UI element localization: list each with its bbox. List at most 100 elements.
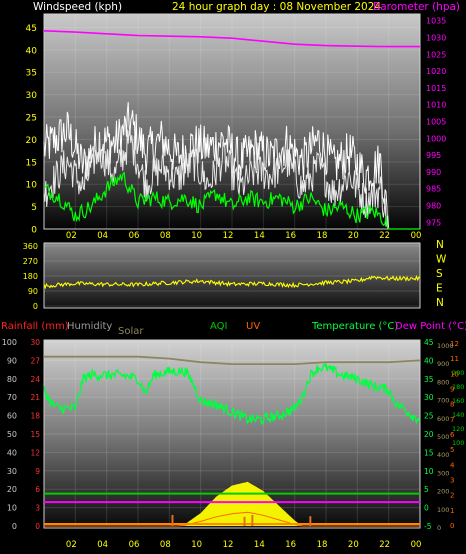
humidity-tick-label: 60 bbox=[7, 412, 17, 421]
barometer-tick-label: 1020 bbox=[426, 67, 446, 76]
time-tick-label: 00 bbox=[411, 540, 422, 550]
multi-sensor-x-ticks: 02 04 06 08 10 12 14 16 18 20 22 00 bbox=[66, 540, 421, 550]
legend-aqi: AQI bbox=[210, 321, 228, 332]
rain-tick-label: 12 bbox=[30, 448, 40, 457]
uv-tick-label: 0 bbox=[450, 522, 454, 530]
temperature-tick-label: 25 bbox=[424, 412, 434, 421]
barometer-tick-label: 990 bbox=[426, 168, 441, 177]
windspeed-tick-label: 10 bbox=[26, 181, 38, 191]
solar-tick-label: 1000 bbox=[437, 342, 454, 350]
solar-tick-label: 900 bbox=[437, 360, 449, 368]
uv-tick-label: 1 bbox=[450, 507, 454, 515]
time-tick-label: 08 bbox=[160, 540, 171, 550]
windspeed-axis-label: Windspeed (kph) bbox=[33, 1, 122, 13]
barometer-tick-label: 1010 bbox=[426, 101, 446, 110]
windspeed-tick-label: 25 bbox=[26, 114, 37, 124]
time-tick-label: 14 bbox=[254, 231, 265, 241]
compass-label: N bbox=[436, 239, 444, 251]
rainfall-bar bbox=[171, 514, 174, 526]
weather-24h-graph: Windspeed (kph) 24 hour graph day : 08 N… bbox=[1, 1, 466, 550]
humidity-tick-label: 30 bbox=[7, 467, 17, 476]
humidity-tick-label: 0 bbox=[12, 522, 17, 531]
temperature-tick-label: 20 bbox=[424, 430, 434, 439]
barometer-tick-label: 1000 bbox=[426, 134, 446, 143]
barometer-tick-label: 1025 bbox=[426, 50, 446, 59]
temperature-tick-label: 10 bbox=[424, 467, 434, 476]
barometer-tick-label: 985 bbox=[426, 185, 441, 194]
rain-tick-label: 24 bbox=[30, 375, 40, 384]
windspeed-tick-label: 35 bbox=[26, 69, 37, 79]
windspeed-tick-label: 0 bbox=[31, 226, 37, 236]
solar-tick-label: 600 bbox=[437, 415, 449, 423]
time-tick-label: 22 bbox=[379, 231, 390, 241]
uv-tick-label: 4 bbox=[450, 461, 455, 469]
graph-title: 24 hour graph day : 08 November 2024 bbox=[172, 1, 381, 13]
uv-tick-label: 5 bbox=[450, 446, 454, 454]
windspeed-tick-label: 20 bbox=[26, 136, 38, 146]
rain-tick-label: 6 bbox=[35, 485, 40, 494]
time-tick-label: 04 bbox=[97, 540, 108, 550]
temperature-tick-label: 15 bbox=[424, 448, 434, 457]
humidity-tick-label: 10 bbox=[7, 504, 17, 513]
direction-tick-label: 0 bbox=[33, 302, 38, 311]
direction-tick-label: 270 bbox=[23, 257, 38, 266]
legend-dewpoint: Dew Point (°C) bbox=[395, 321, 466, 332]
uv-tick-label: 2 bbox=[450, 492, 454, 500]
solar-tick-label: 100 bbox=[437, 506, 449, 514]
solar-tick-label: 400 bbox=[437, 451, 449, 459]
humidity-tick-label: 100 bbox=[2, 338, 17, 347]
time-tick-label: 06 bbox=[129, 231, 140, 241]
windspeed-ticks: 0 5 10 15 20 25 30 35 40 45 bbox=[26, 24, 38, 236]
rainfall-bar bbox=[243, 516, 246, 526]
legend-solar: Solar bbox=[118, 326, 144, 337]
aqi-tick-label: 160 bbox=[452, 397, 464, 405]
barometer-tick-label: 1005 bbox=[426, 118, 446, 127]
direction-tick-label: 180 bbox=[23, 272, 38, 281]
time-tick-label: 20 bbox=[348, 231, 359, 241]
temperature-tick-label: 40 bbox=[424, 356, 434, 365]
temp-uv-solar-aqi-ticks: -5051015202530354045 12111098765432101000… bbox=[424, 338, 464, 532]
rainfall-bar bbox=[251, 514, 254, 526]
time-tick-label: 02 bbox=[66, 231, 77, 241]
barometer-ticks: 975 980 985 990 995 1000 1005 1010 1015 1020 1025 1… bbox=[426, 17, 446, 228]
humidity-rain-ticks: 0 0 10 3 20 6 30 9 40 12 50 15 60 18 70 21 80 24 90 27 100 30 bbox=[2, 338, 41, 531]
rain-tick-label: 9 bbox=[35, 467, 40, 476]
windspeed-tick-label: 45 bbox=[26, 24, 37, 34]
temperature-tick-label: 0 bbox=[424, 504, 429, 513]
time-tick-label: 16 bbox=[285, 540, 296, 550]
time-tick-label: 06 bbox=[129, 540, 140, 550]
rainfall-bar bbox=[309, 516, 312, 526]
time-tick-label: 20 bbox=[348, 540, 359, 550]
uv-tick-label: 3 bbox=[450, 477, 454, 485]
solar-tick-label: 200 bbox=[437, 488, 449, 496]
time-tick-label: 16 bbox=[285, 231, 296, 241]
solar-tick-label: 0 bbox=[437, 524, 441, 532]
time-tick-label: 02 bbox=[66, 540, 77, 550]
aqi-tick-label: 140 bbox=[452, 411, 464, 419]
solar-tick-label: 700 bbox=[437, 397, 449, 405]
solar-tick-label: 300 bbox=[437, 469, 449, 477]
time-tick-label: 00 bbox=[411, 231, 422, 241]
temperature-tick-label: 35 bbox=[424, 375, 434, 384]
compass-label: N bbox=[436, 297, 444, 309]
rain-tick-label: 30 bbox=[30, 338, 40, 347]
legend-rainfall: Rainfall (mm) bbox=[1, 321, 69, 332]
temperature-tick-label: 45 bbox=[424, 338, 434, 347]
temperature-tick-label: -5 bbox=[424, 522, 432, 531]
compass-label: W bbox=[436, 254, 447, 266]
time-tick-label: 08 bbox=[160, 231, 171, 241]
barometer-tick-label: 995 bbox=[426, 151, 441, 160]
barometer-tick-label: 1015 bbox=[426, 84, 446, 93]
humidity-tick-label: 20 bbox=[7, 485, 17, 494]
aqi-tick-label: 200 bbox=[452, 369, 464, 377]
time-tick-label: 18 bbox=[317, 231, 328, 241]
solar-tick-label: 500 bbox=[437, 433, 449, 441]
humidity-tick-label: 40 bbox=[7, 448, 17, 457]
legend-uv: UV bbox=[246, 321, 260, 332]
temperature-tick-label: 5 bbox=[424, 485, 429, 494]
aqi-tick-label: 180 bbox=[452, 383, 464, 391]
rain-tick-label: 3 bbox=[35, 504, 40, 513]
wind-panel-x-ticks: 02 04 06 08 10 12 14 16 18 20 22 00 bbox=[66, 231, 421, 241]
windspeed-tick-label: 30 bbox=[26, 91, 38, 101]
barometer-axis-label: Barometer (hpa) bbox=[373, 1, 460, 13]
